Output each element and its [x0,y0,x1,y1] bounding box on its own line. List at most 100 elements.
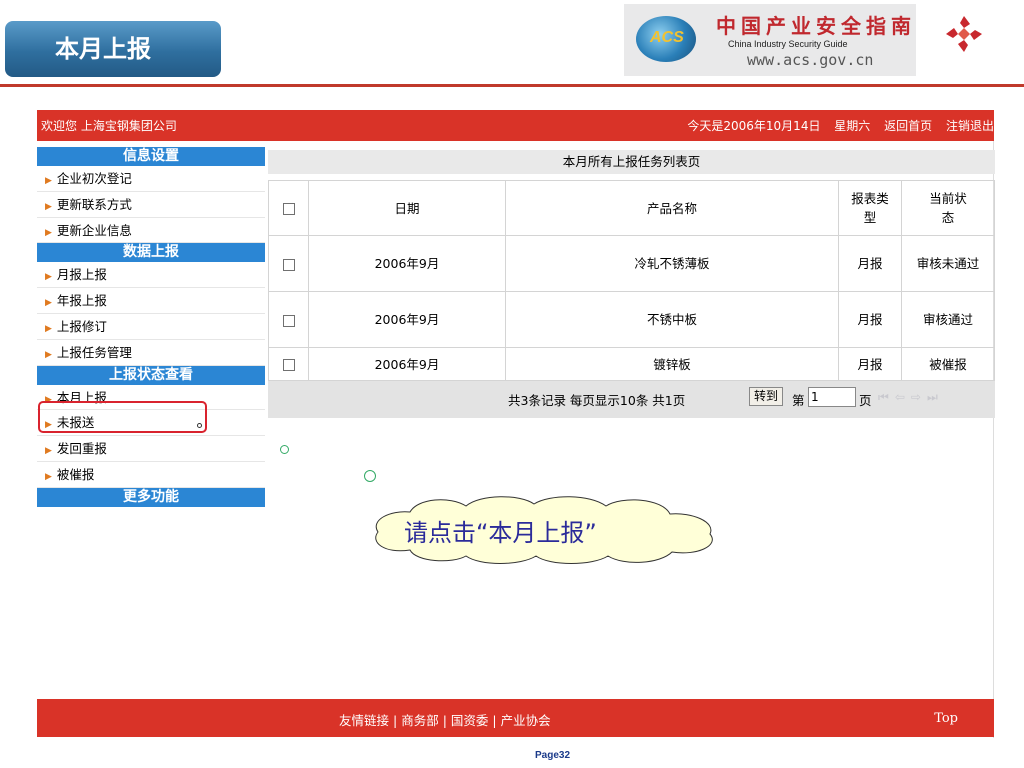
sidebar-item-first-registration[interactable]: ▶ 企业初次登记 [37,166,265,192]
sidebar-item-label: 被催报 [56,466,95,482]
sidebar-item-update-company[interactable]: ▶ 更新企业信息 [37,218,265,244]
arrow-right-icon: ▶ [45,471,52,482]
sidebar-item-label: 上报任务管理 [56,344,132,360]
sidebar-group-more[interactable]: 更多功能 [37,487,265,507]
footer-divider: | [442,713,451,728]
date-text: 今天是2006年10月14日 [687,119,821,133]
prev-page-icon[interactable]: ⇦ [895,390,911,404]
page-suffix: 页 [859,393,872,408]
cell-date: 2006年9月 [308,291,506,348]
footer-link-friends[interactable]: 友情链接 [339,713,389,728]
title-divider [0,84,1024,87]
footer-link-mofcom[interactable]: 商务部 [401,713,439,728]
first-page-icon[interactable]: ⏮ [878,390,895,404]
next-page-icon[interactable]: ⇨ [911,390,927,404]
last-page-icon[interactable]: ⏭ [927,390,944,404]
task-list-panel: 本月所有上报任务列表页 日期 产品名称 报表类 型 当前状 态 2006年9月 … [268,150,995,418]
app-header: 欢迎您 上海宝钢集团公司 今天是2006年10月14日 星期六 返回首页 注销退… [37,110,994,141]
cursor-dot [197,423,202,428]
logout-link[interactable]: 注销退出 [946,119,994,133]
sidebar-group-data-report[interactable]: 数据上报 [37,243,265,263]
weekday-text: 星期六 [834,119,871,133]
sidebar-group-status[interactable]: 上报状态查看 [37,365,265,385]
column-header-status: 当前状 态 [901,180,995,236]
sidebar-item-task-management[interactable]: ▶ 上报任务管理 [37,340,265,366]
back-to-top-link[interactable]: Top [934,711,958,726]
pager: 共3条记录 每页显示10条 共1页 转到 第 页 ⏮⇦⇨⏭ [268,381,995,418]
arrow-right-icon: ▶ [45,446,52,457]
cell-product: 不锈中板 [505,291,839,348]
row-checkbox-cell [268,347,309,381]
cell-product: 冷轧不锈薄板 [505,235,839,292]
highlight-box [38,401,207,433]
welcome-text: 欢迎您 上海宝钢集团公司 [41,119,177,133]
row-checkbox[interactable] [282,258,295,271]
logo-globe-text: ACS [650,29,684,46]
select-all-checkbox[interactable] [282,203,295,215]
column-header-date: 日期 [308,180,506,236]
sidebar-item-update-contact[interactable]: ▶ 更新联系方式 [37,192,265,218]
thought-dot-large [364,470,376,482]
logo-chinese-text: 中国产业安全指南 [716,14,916,38]
cell-product: 镀锌板 [505,347,839,381]
task-table: 日期 产品名称 报表类 型 当前状 态 2006年9月 冷轧不锈薄板 月报 审核… [268,180,995,381]
sidebar-item-report-revision[interactable]: ▶ 上报修订 [37,314,265,340]
sidebar-item-label: 上报修订 [56,318,107,334]
footer-link-industry-association[interactable]: 产业协会 [501,713,551,728]
arrow-right-icon: ▶ [45,298,52,309]
table-header-row: 日期 产品名称 报表类 型 当前状 态 [268,180,995,236]
column-header-product: 产品名称 [505,180,839,236]
arrow-right-icon: ▶ [45,323,52,334]
page-prefix: 第 [792,393,805,408]
cell-date: 2006年9月 [308,347,506,381]
sidebar-item-label: 更新企业信息 [56,222,132,238]
sidebar-item-annual-report[interactable]: ▶ 年报上报 [37,288,265,314]
page-number-input[interactable] [808,387,856,407]
cell-status: 被催报 [901,347,995,381]
row-checkbox[interactable] [282,359,295,371]
logo-english-text: China Industry Security Guide [728,39,848,49]
table-row: 2006年9月 不锈中板 月报 审核通过 [268,291,995,348]
cell-status: 审核通过 [901,291,995,348]
sidebar-item-urged[interactable]: ▶ 被催报 [37,462,265,488]
footer-links: 友情链接 | 商务部 | 国资委 | 产业协会 [339,710,551,729]
row-checkbox-cell [268,291,309,348]
footer-link-sasac[interactable]: 国资委 [451,713,489,728]
arrow-right-icon: ▶ [45,176,52,186]
sidebar-item-label: 更新联系方式 [56,196,132,212]
sidebar-item-monthly-report[interactable]: ▶ 月报上报 [37,262,265,289]
footer-divider: | [393,713,402,728]
cell-type: 月报 [838,291,902,348]
sidebar-item-label: 发回重报 [56,441,107,457]
acs-logo: ACS 中国产业安全指南 China Industry Security Gui… [624,4,916,76]
goto-button[interactable]: 转到 [749,387,784,406]
cell-type: 月报 [838,347,902,381]
footer-divider: | [492,713,501,728]
header-right: 今天是2006年10月14日 星期六 返回首页 注销退出 [677,117,994,134]
cell-type: 月报 [838,235,902,292]
column-header-type: 报表类 型 [838,180,902,236]
arrow-right-icon: ▶ [45,349,52,360]
row-checkbox[interactable] [282,314,295,327]
table-row: 2006年9月 镀锌板 月报 被催报 [268,347,995,381]
slide: 本月上报 ACS 中国产业安全指南 China Industry Securit… [0,0,1024,768]
logo-url-text: www.acs.gov.cn [747,51,874,69]
arrow-right-icon: ▶ [45,201,52,212]
home-link[interactable]: 返回首页 [884,119,932,133]
arrow-right-icon: ▶ [45,227,52,238]
list-title: 本月所有上报任务列表页 [268,150,995,174]
sidebar-group-info[interactable]: 信息设置 [37,147,265,166]
cell-status: 审核未通过 [901,235,995,292]
sidebar: 信息设置 ▶ 企业初次登记 ▶ 更新联系方式 ▶ 更新企业信息 数据上报 ▶ 月报上报 … [37,147,265,507]
globe-icon: ACS [636,16,696,62]
arrow-right-icon: ▶ [45,272,52,283]
diamond-emblem-icon [946,16,982,52]
pager-nav: ⏮⇦⇨⏭ [878,390,944,405]
slide-title: 本月上报 [5,21,221,77]
sidebar-item-returned[interactable]: ▶ 发回重报 [37,436,265,462]
cell-date: 2006年9月 [308,235,506,292]
table-row: 2006年9月 冷轧不锈薄板 月报 审核未通过 [268,235,995,292]
row-checkbox-cell [268,235,309,292]
callout-text: 请点击“本月上报” [404,519,597,547]
sidebar-item-label: 年报上报 [56,293,107,309]
